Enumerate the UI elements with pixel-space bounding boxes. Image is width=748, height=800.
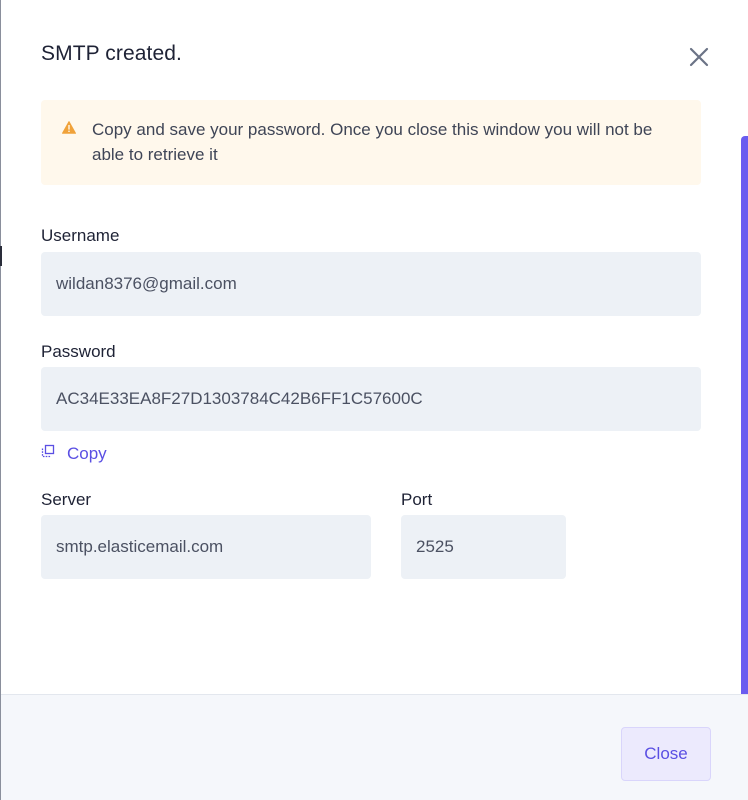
scrollbar[interactable] [741, 136, 748, 694]
port-label: Port [401, 490, 433, 509]
username-field[interactable]: wildan8376@gmail.com [41, 252, 701, 316]
server-field[interactable]: smtp.elasticemail.com [41, 515, 371, 579]
close-icon[interactable] [686, 44, 712, 70]
close-button[interactable]: Close [621, 727, 711, 781]
username-label: Username [41, 226, 120, 245]
copy-button[interactable]: Copy [41, 442, 107, 466]
password-field[interactable]: AC34E33EA8F27D1303784C42B6FF1C57600C [41, 367, 701, 431]
server-label: Server [41, 490, 92, 509]
warning-alert: Copy and save your password. Once you cl… [41, 100, 701, 185]
copy-label: Copy [67, 444, 107, 463]
warning-icon [62, 121, 76, 134]
dialog-footer: Close [1, 694, 748, 800]
copy-icon [41, 444, 55, 458]
password-label: Password [41, 342, 116, 361]
window-edge-mark [0, 246, 2, 266]
window-edge [0, 0, 1, 800]
port-field[interactable]: 2525 [401, 515, 566, 579]
dialog-title: SMTP created. [41, 42, 182, 65]
alert-message: Copy and save your password. Once you cl… [92, 120, 653, 164]
